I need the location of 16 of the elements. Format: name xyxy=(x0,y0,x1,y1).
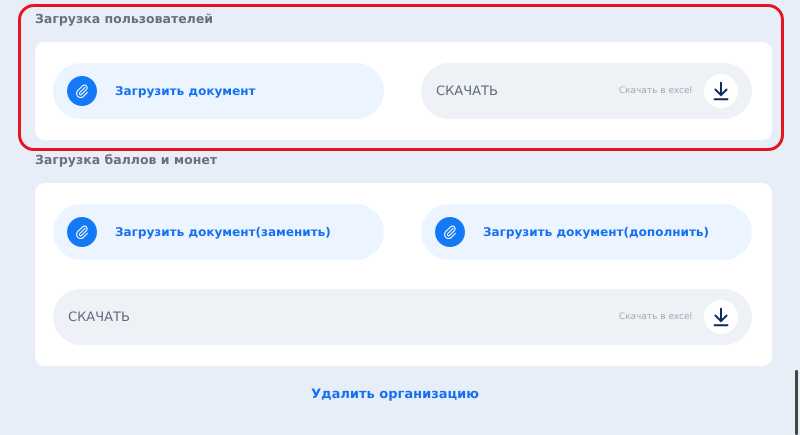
paperclip-icon xyxy=(442,224,458,240)
download-button[interactable] xyxy=(704,300,738,334)
upload-button[interactable]: Загрузить документ xyxy=(53,63,384,119)
download-hint: Скачать в excel xyxy=(618,312,692,322)
download-label: СКАЧАТЬ xyxy=(68,310,131,324)
download-button[interactable] xyxy=(704,74,738,108)
scrollbar[interactable] xyxy=(795,370,798,435)
delete-link[interactable]: Удалить организацию xyxy=(311,387,479,402)
paperclip-icon xyxy=(74,83,90,99)
section-title: Загрузка пользователей xyxy=(35,10,214,28)
section-title: Загрузка баллов и монет xyxy=(35,151,218,169)
upload-button[interactable]: Загрузить документ(дополнить) xyxy=(421,204,752,260)
download-hint: Скачать в excel xyxy=(618,86,692,96)
paperclip-icon xyxy=(74,224,90,240)
download-label: СКАЧАТЬ xyxy=(436,84,499,98)
upload-button[interactable]: Загрузить документ(заменить) xyxy=(53,204,384,260)
